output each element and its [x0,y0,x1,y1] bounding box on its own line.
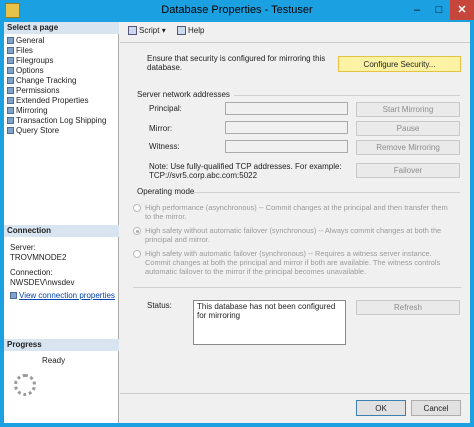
page-item-extended-properties[interactable]: Extended Properties [7,96,89,106]
configure-security-button[interactable]: Configure Security... [338,56,461,72]
page-icon [7,107,14,114]
refresh-button[interactable]: Refresh [356,300,460,315]
script-icon [128,26,137,35]
maximize-button[interactable]: □ [428,0,450,20]
chevron-down-icon: ▾ [161,26,166,35]
page-icon [7,117,14,124]
page-icon [7,37,14,44]
properties-icon [10,292,17,299]
left-pane: Select a page General Files Filegroups O… [4,22,119,423]
principal-field[interactable] [225,102,348,115]
title-bar[interactable]: Database Properties - Testuser – □ ✕ [0,0,474,22]
page-item-transaction-log-shipping[interactable]: Transaction Log Shipping [7,116,106,126]
footer-divider [120,393,470,394]
page-icon [7,127,14,134]
progress-status: Ready [42,356,66,365]
page-item-mirroring[interactable]: Mirroring [7,106,48,116]
progress-spinner-icon [14,374,36,396]
section-divider [192,192,460,193]
page-icon [7,97,14,104]
page-item-permissions[interactable]: Permissions [7,86,60,96]
page-icon [7,47,14,54]
note-line-1: Note: Use fully-qualified TCP addresses.… [149,162,342,171]
page-item-options[interactable]: Options [7,66,44,76]
window-title: Database Properties - Testuser [161,4,313,16]
connection-label: Connection: [10,268,53,277]
page-icon [7,57,14,64]
page-icon [7,67,14,74]
cancel-button[interactable]: Cancel [411,400,461,416]
connection-header: Connection [4,225,119,237]
section-divider [133,287,461,288]
view-connection-properties-link[interactable]: View connection properties [10,291,115,300]
page-item-files[interactable]: Files [7,46,33,56]
page-item-query-store[interactable]: Query Store [7,126,59,136]
help-button[interactable]: Help [177,26,204,35]
minimize-button[interactable]: – [406,0,428,20]
help-icon [177,26,186,35]
radio-high-performance[interactable] [133,204,141,212]
note-line-2: TCP://svr5.corp.abc.com:5022 [149,171,258,180]
toolbar-divider [120,42,470,43]
mode-high-performance[interactable]: High performance (asynchronous) -- Commi… [133,203,463,223]
select-page-header: Select a page [4,22,119,34]
principal-label: Principal: [149,104,182,113]
section-divider [234,95,460,96]
page-icon [7,77,14,84]
progress-header: Progress [4,339,119,351]
radio-high-safety-no-failover[interactable] [133,227,141,235]
witness-label: Witness: [149,142,180,151]
start-mirroring-button[interactable]: Start Mirroring [356,102,460,117]
server-label: Server: [10,243,36,252]
mirror-field[interactable] [225,121,348,134]
security-note: Ensure that security is configured for m… [147,54,326,72]
status-box: This database has not been configured fo… [193,300,346,345]
page-icon [7,87,14,94]
toolbar: Script ▾ Help [120,22,470,42]
server-network-addresses-label: Server network addresses [137,90,230,99]
mode-high-safety-auto-failover[interactable]: High safety with automatic failover (syn… [133,249,463,279]
connection-value: NWSDEV\nwsdev [10,278,75,287]
ok-button[interactable]: OK [356,400,406,416]
status-label: Status: [147,301,172,310]
close-button[interactable]: ✕ [450,0,474,20]
radio-high-safety-auto-failover[interactable] [133,250,141,258]
failover-button[interactable]: Failover [356,163,460,178]
mirror-label: Mirror: [149,124,173,133]
operating-mode-label: Operating mode [137,187,195,196]
page-item-filegroups[interactable]: Filegroups [7,56,53,66]
server-value: TROVMNODE2 [10,253,67,262]
remove-mirroring-button[interactable]: Remove Mirroring [356,140,460,155]
pause-button[interactable]: Pause [356,121,460,136]
script-button[interactable]: Script ▾ [128,26,166,35]
mode-high-safety-no-failover[interactable]: High safety without automatic failover (… [133,226,463,246]
page-item-general[interactable]: General [7,36,44,46]
witness-field[interactable] [225,140,348,153]
page-item-change-tracking[interactable]: Change Tracking [7,76,76,86]
